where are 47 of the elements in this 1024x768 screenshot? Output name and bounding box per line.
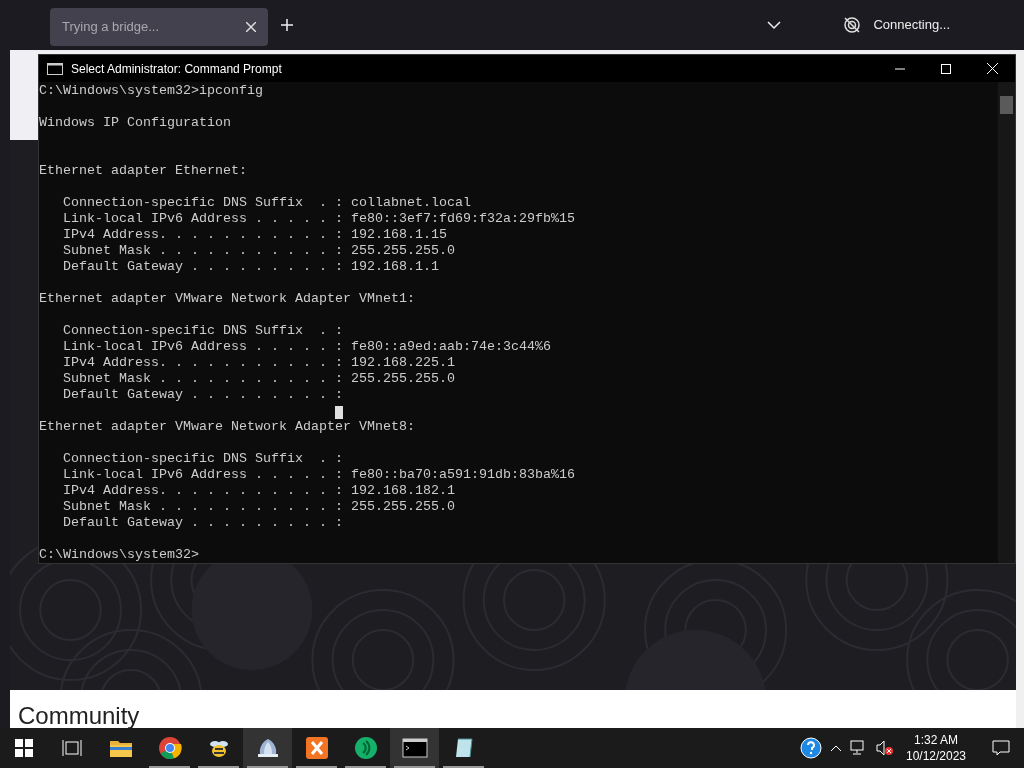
console-line: C:\Windows\system32>ipconfig — [39, 83, 263, 99]
tab-title: Trying a bridge... — [62, 18, 160, 37]
console-icon — [47, 62, 63, 75]
console-line: Link-local IPv6 Address . . . . . : fe80::ba70:a591:91db:83ba%16 — [62, 467, 575, 483]
console-line: Ethernet adapter VMware Network Adapter VMnet1: — [39, 291, 415, 307]
page-heading: Community — [18, 704, 140, 728]
taskbar-app[interactable] — [243, 728, 292, 768]
chrome-icon — [157, 736, 182, 760]
plus-icon[interactable] — [280, 18, 294, 32]
text-cursor — [335, 406, 343, 419]
chevron-up-icon[interactable] — [830, 744, 842, 752]
folder-icon — [108, 738, 133, 758]
console-line: Ethernet adapter Ethernet: — [39, 163, 247, 179]
notification-icon[interactable] — [992, 740, 1010, 756]
terminal-icon — [401, 738, 428, 758]
browser-tab[interactable]: Trying a bridge... — [50, 8, 268, 46]
console-line: IPv4 Address. . . . . . . . . . . : 192.168.182.1 — [62, 483, 455, 499]
scrollbar[interactable] — [998, 82, 1015, 563]
console-line: Subnet Mask . . . . . . . . . . . : 255.255.255.0 — [62, 499, 455, 515]
sound-wave-icon — [353, 736, 378, 760]
console-line: Connection-specific DNS Suffix . : — [62, 323, 343, 339]
console-line: Connection-specific DNS Suffix . : collabnet.local — [62, 195, 471, 211]
console-line: Connection-specific DNS Suffix . : — [62, 451, 343, 467]
console-line: Default Gateway . . . . . . . . . : — [62, 515, 343, 531]
muted-speaker-icon[interactable] — [876, 740, 894, 756]
clock-date: 10/12/2023 — [905, 748, 967, 764]
console-line: IPv4 Address. . . . . . . . . . . : 192.168.1.15 — [62, 227, 447, 243]
signal-off-icon — [843, 16, 862, 34]
close-icon[interactable] — [246, 22, 256, 32]
console-line: Windows IP Configuration — [39, 115, 231, 131]
chevron-down-icon[interactable] — [767, 20, 782, 30]
console-line: C:\Windows\system32> — [39, 547, 199, 563]
window-title: Select Administrator: Command Prompt — [71, 60, 283, 78]
console-line: Default Gateway . . . . . . . . . : — [62, 387, 343, 403]
console-line: Subnet Mask . . . . . . . . . . . : 255.255.255.0 — [62, 243, 455, 259]
console-line: Default Gateway . . . . . . . . . : 192.168.1.1 — [62, 259, 439, 275]
console-line: Ethernet adapter VMware Network Adapter VMnet8: — [39, 419, 415, 435]
console-line: Subnet Mask . . . . . . . . . . . : 255.255.255.0 — [62, 371, 455, 387]
console-line: IPv4 Address. . . . . . . . . . . : 192.168.225.1 — [62, 355, 455, 371]
console-line: Link-local IPv6 Address . . . . . : fe80::a9ed:aab:74e:3c44%6 — [62, 339, 551, 355]
scrollbar-thumb[interactable] — [1000, 96, 1013, 114]
clock-time: 1:32 AM — [914, 732, 958, 748]
help-icon[interactable] — [800, 737, 822, 759]
connection-status: Connecting... — [873, 16, 950, 35]
xampp-icon — [304, 736, 329, 760]
console-line: Link-local IPv6 Address . . . . . : fe80::3ef7:fd69:f32a:29fb%15 — [62, 211, 575, 227]
taskbar-app[interactable] — [390, 728, 439, 768]
